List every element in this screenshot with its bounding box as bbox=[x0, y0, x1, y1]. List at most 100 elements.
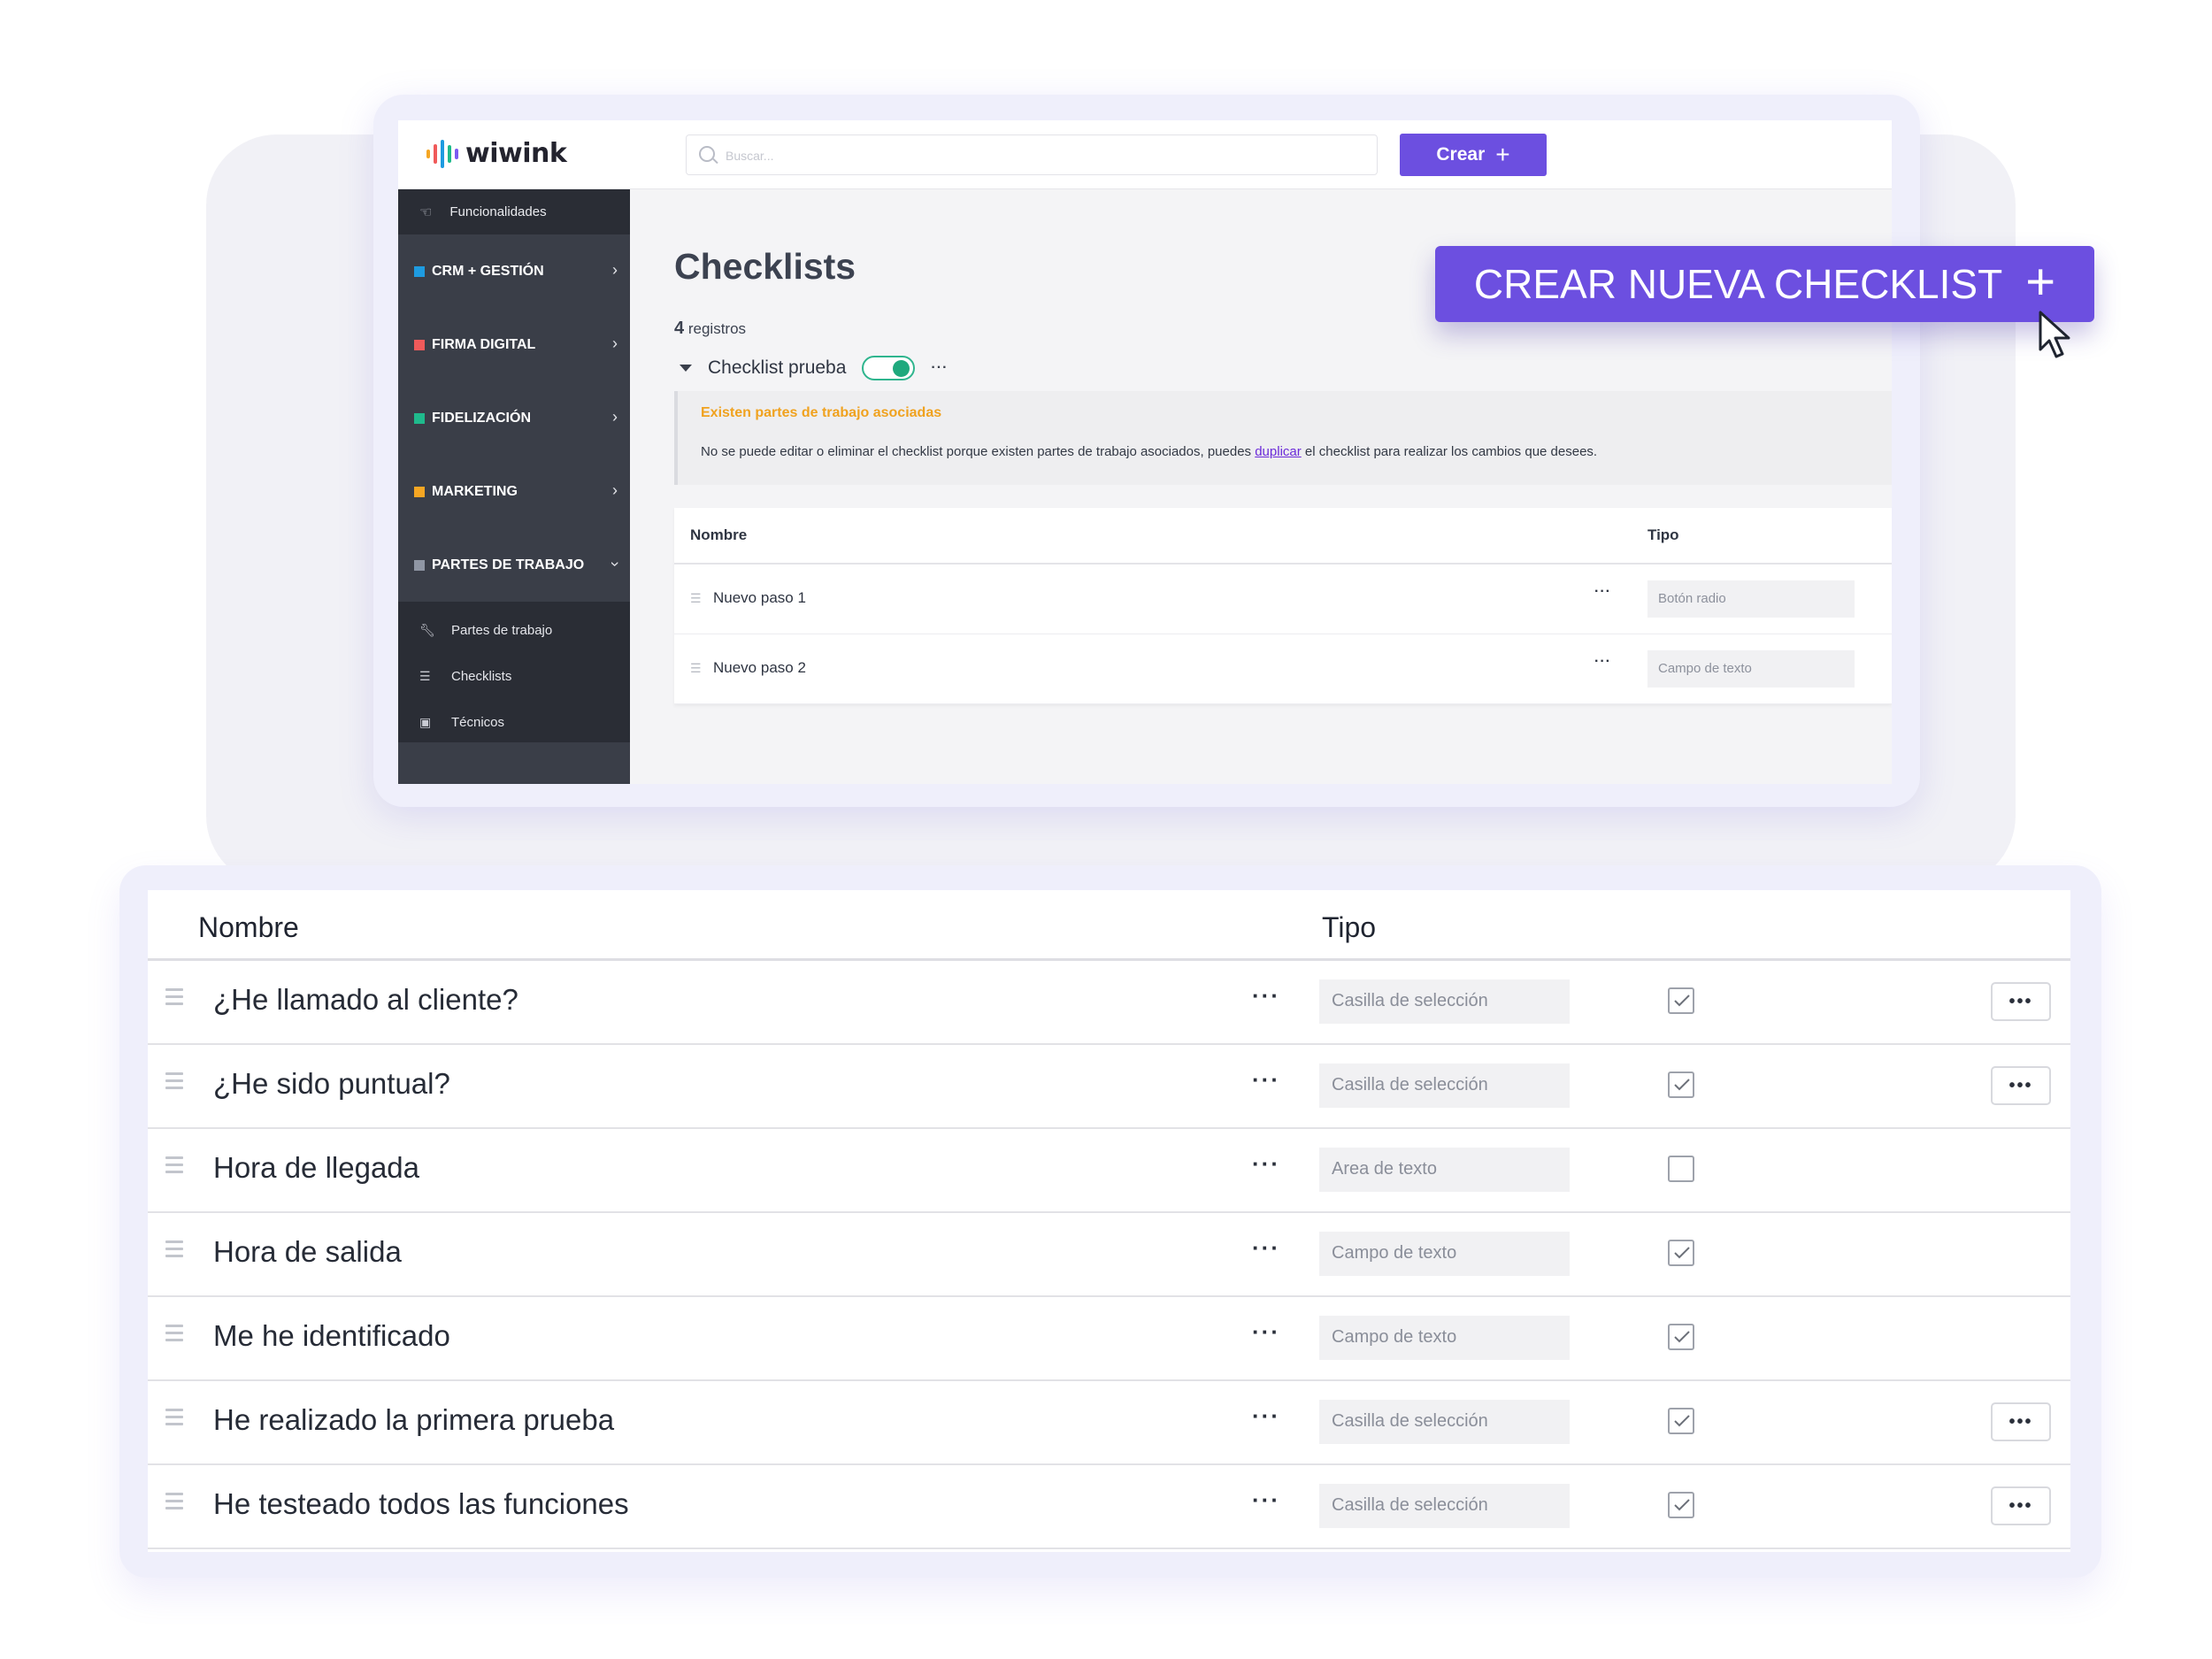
required-checkbox[interactable] bbox=[1668, 1156, 1694, 1182]
table-row: He realizado la primera prueba ··· Casilla… bbox=[148, 1381, 2070, 1465]
checkmark-icon bbox=[1674, 1415, 1690, 1427]
checkmark-icon bbox=[1674, 1247, 1690, 1259]
sidebar-item-marketing[interactable]: MARKETING › bbox=[398, 455, 630, 528]
wrench-icon: 🔧︎ bbox=[419, 622, 435, 637]
sidebar-subitem-checklists[interactable]: ☰ Checklists bbox=[398, 653, 630, 699]
category-color-dot bbox=[414, 486, 425, 497]
drag-handle-icon[interactable]: ☰ bbox=[690, 661, 702, 676]
row-options-icon[interactable]: ··· bbox=[1252, 1486, 1280, 1514]
item-type-field[interactable]: Area de texto bbox=[1319, 1148, 1570, 1192]
search-icon bbox=[699, 146, 715, 162]
more-options-button[interactable]: ••• bbox=[1991, 982, 2051, 1021]
sidebar: ☜ Funcionalidades CRM + GESTIÓN › FIRMA … bbox=[398, 189, 630, 784]
sidebar-subitem-partes[interactable]: 🔧︎ Partes de trabajo bbox=[398, 607, 630, 653]
sidebar-item-crm[interactable]: CRM + GESTIÓN › bbox=[398, 234, 630, 308]
id-card-icon: ▣ bbox=[419, 714, 432, 729]
drag-handle-icon[interactable] bbox=[165, 1409, 183, 1430]
required-checkbox[interactable] bbox=[1668, 987, 1694, 1014]
brand-name: wiwink bbox=[465, 138, 567, 169]
row-options-icon[interactable]: ··· bbox=[1252, 1150, 1280, 1178]
records-label: registros bbox=[687, 320, 747, 337]
chevron-right-icon: › bbox=[612, 481, 618, 499]
sidebar-item-firma-digital[interactable]: FIRMA DIGITAL › bbox=[398, 308, 630, 381]
checklist-steps-table: Nombre Tipo ☰ Nuevo paso 1 ··· Botón rad… bbox=[674, 508, 1892, 704]
create-button-label: Crear bbox=[1436, 144, 1486, 165]
page-title: Checklists bbox=[674, 246, 856, 287]
item-name: Hora de salida bbox=[213, 1235, 402, 1268]
row-options-icon[interactable]: ··· bbox=[1252, 1066, 1280, 1094]
item-type-field[interactable]: Campo de texto bbox=[1319, 1316, 1570, 1360]
column-header-type: Tipo bbox=[1322, 911, 1377, 943]
step-name: Nuevo paso 1 bbox=[713, 589, 806, 606]
step-type-field[interactable]: Botón radio bbox=[1647, 580, 1855, 618]
item-name: He testeado todos las funciones bbox=[213, 1487, 629, 1520]
drag-handle-icon[interactable]: ☰ bbox=[690, 591, 702, 606]
row-options-icon[interactable]: ··· bbox=[1252, 1318, 1280, 1346]
step-type-field[interactable]: Campo de texto bbox=[1647, 650, 1855, 687]
sidebar-subitem-label: Técnicos bbox=[451, 714, 505, 730]
drag-handle-icon[interactable] bbox=[165, 1493, 183, 1514]
more-options-button[interactable]: ••• bbox=[1991, 1402, 2051, 1441]
required-checkbox[interactable] bbox=[1668, 1492, 1694, 1518]
row-options-icon[interactable]: ··· bbox=[1594, 584, 1611, 600]
item-type-field[interactable]: Casilla de selección bbox=[1319, 1064, 1570, 1108]
drag-handle-icon[interactable] bbox=[165, 1240, 183, 1262]
table-row: ¿He sido puntual? ··· Casilla de selección… bbox=[148, 1045, 2070, 1129]
table-row: Hora de salida ··· Campo de texto bbox=[148, 1213, 2070, 1297]
create-button[interactable]: Crear + bbox=[1400, 134, 1547, 176]
sidebar-item-partes-de-trabajo[interactable]: PARTES DE TRABAJO › bbox=[398, 528, 630, 602]
checklist-active-toggle[interactable] bbox=[862, 356, 916, 380]
row-options-icon[interactable]: ··· bbox=[1252, 982, 1280, 1010]
plus-icon: + bbox=[2025, 253, 2056, 311]
more-options-button[interactable]: ••• bbox=[1991, 1066, 2051, 1105]
duplicate-link[interactable]: duplicar bbox=[1255, 444, 1302, 459]
sidebar-submenu: 🔧︎ Partes de trabajo ☰ Checklists ▣ Técn… bbox=[398, 602, 630, 742]
required-checkbox[interactable] bbox=[1668, 1408, 1694, 1434]
row-options-icon[interactable]: ··· bbox=[1594, 654, 1611, 670]
column-header-type: Tipo bbox=[1647, 526, 1679, 543]
table-header: Nombre Tipo bbox=[674, 508, 1892, 565]
brand-logo[interactable]: wiwink bbox=[426, 138, 567, 169]
required-checkbox[interactable] bbox=[1668, 1071, 1694, 1098]
drag-handle-icon[interactable] bbox=[165, 1156, 183, 1178]
sidebar-subitem-label: Checklists bbox=[451, 668, 512, 684]
checklist-name: Checklist prueba bbox=[708, 357, 847, 378]
sidebar-item-label: PARTES DE TRABAJO bbox=[432, 557, 585, 572]
row-options-icon[interactable]: ··· bbox=[1252, 1402, 1280, 1430]
item-type-field[interactable]: Casilla de selección bbox=[1319, 1400, 1570, 1444]
search-input[interactable] bbox=[726, 142, 1345, 169]
item-type-field[interactable]: Casilla de selección bbox=[1319, 1484, 1570, 1528]
top-bar: wiwink Crear + bbox=[398, 120, 1892, 189]
table-row: He testeado todos las funciones ··· Casill… bbox=[148, 1465, 2070, 1549]
item-name: Me he identificado bbox=[213, 1319, 450, 1352]
more-options-icon[interactable]: ··· bbox=[931, 360, 948, 376]
step-name: Nuevo paso 2 bbox=[713, 659, 806, 676]
row-options-icon[interactable]: ··· bbox=[1252, 1234, 1280, 1262]
create-new-checklist-button[interactable]: CREAR NUEVA CHECKLIST + bbox=[1435, 246, 2094, 322]
column-header-name: Nombre bbox=[690, 526, 748, 543]
sidebar-item-fidelizacion[interactable]: FIDELIZACIÓN › bbox=[398, 381, 630, 455]
drag-handle-icon[interactable] bbox=[165, 988, 183, 1010]
sidebar-item-label: FIRMA DIGITAL bbox=[432, 336, 536, 352]
checkmark-icon bbox=[1674, 995, 1690, 1007]
checkmark-icon bbox=[1674, 1331, 1690, 1343]
drag-handle-icon[interactable] bbox=[165, 1072, 183, 1094]
wiwink-logo-icon bbox=[426, 139, 458, 169]
table-body: ¿He llamado al cliente? ··· Casilla de sel… bbox=[148, 961, 2070, 1549]
hand-icon: ☜ bbox=[419, 204, 433, 220]
more-options-button[interactable]: ••• bbox=[1991, 1486, 2051, 1525]
sidebar-subitem-tecnicos[interactable]: ▣ Técnicos bbox=[398, 699, 630, 745]
required-checkbox[interactable] bbox=[1668, 1324, 1694, 1350]
item-type-field[interactable]: Casilla de selección bbox=[1319, 979, 1570, 1024]
checklist-items-table: Nombre Tipo ¿He llamado al cliente? ··· Ca… bbox=[148, 890, 2070, 1552]
item-name: Hora de llegada bbox=[213, 1151, 419, 1184]
search-box bbox=[686, 134, 1378, 175]
required-checkbox[interactable] bbox=[1668, 1240, 1694, 1266]
sidebar-header[interactable]: ☜ Funcionalidades bbox=[398, 189, 630, 234]
category-color-dot bbox=[414, 559, 425, 571]
drag-handle-icon[interactable] bbox=[165, 1325, 183, 1346]
category-color-dot bbox=[414, 412, 425, 424]
item-type-field[interactable]: Campo de texto bbox=[1319, 1232, 1570, 1276]
chevron-right-icon: › bbox=[612, 261, 618, 279]
caret-down-icon[interactable] bbox=[680, 365, 692, 372]
